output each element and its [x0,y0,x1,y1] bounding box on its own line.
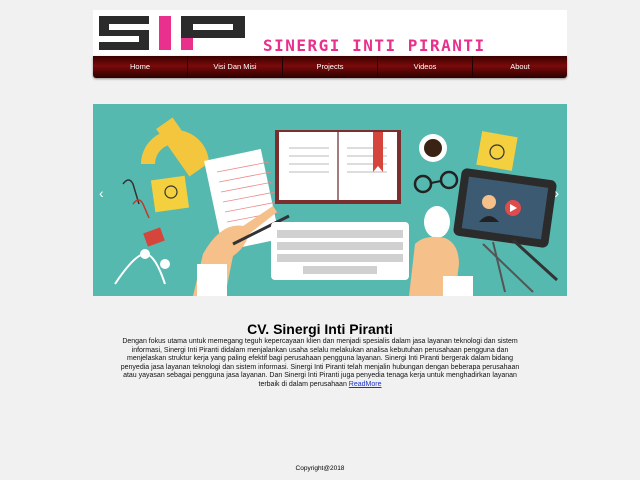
description-text: Dengan fokus utama untuk memegang teguh … [120,338,520,388]
page-title: CV. Sinergi Inti Piranti [247,321,393,337]
hero-slider[interactable]: ‹ › [93,104,567,296]
nav-home[interactable]: Home [93,56,188,78]
readmore-link[interactable]: ReadMore [349,381,382,388]
workspace-illustration [114,117,559,296]
main-nav: Home Visi Dan Misi Projects Videos About [93,56,567,78]
nav-projects[interactable]: Projects [283,56,378,78]
sip-logo [99,16,245,50]
footer-copyright: Copyright@2018 [295,465,345,472]
nav-videos[interactable]: Videos [378,56,473,78]
slider-prev-icon[interactable]: ‹ [99,186,104,200]
slider-next-icon[interactable]: › [554,186,559,200]
brand-name: SINERGI INTI PIRANTI [263,36,486,55]
company-description: Dengan fokus utama untuk memegang teguh … [120,338,520,389]
nav-about[interactable]: About [473,56,567,78]
header: SINERGI INTI PIRANTI [93,10,567,56]
nav-visi-dan-misi[interactable]: Visi Dan Misi [188,56,283,78]
page: SINERGI INTI PIRANTI Home Visi Dan Misi … [0,0,640,480]
